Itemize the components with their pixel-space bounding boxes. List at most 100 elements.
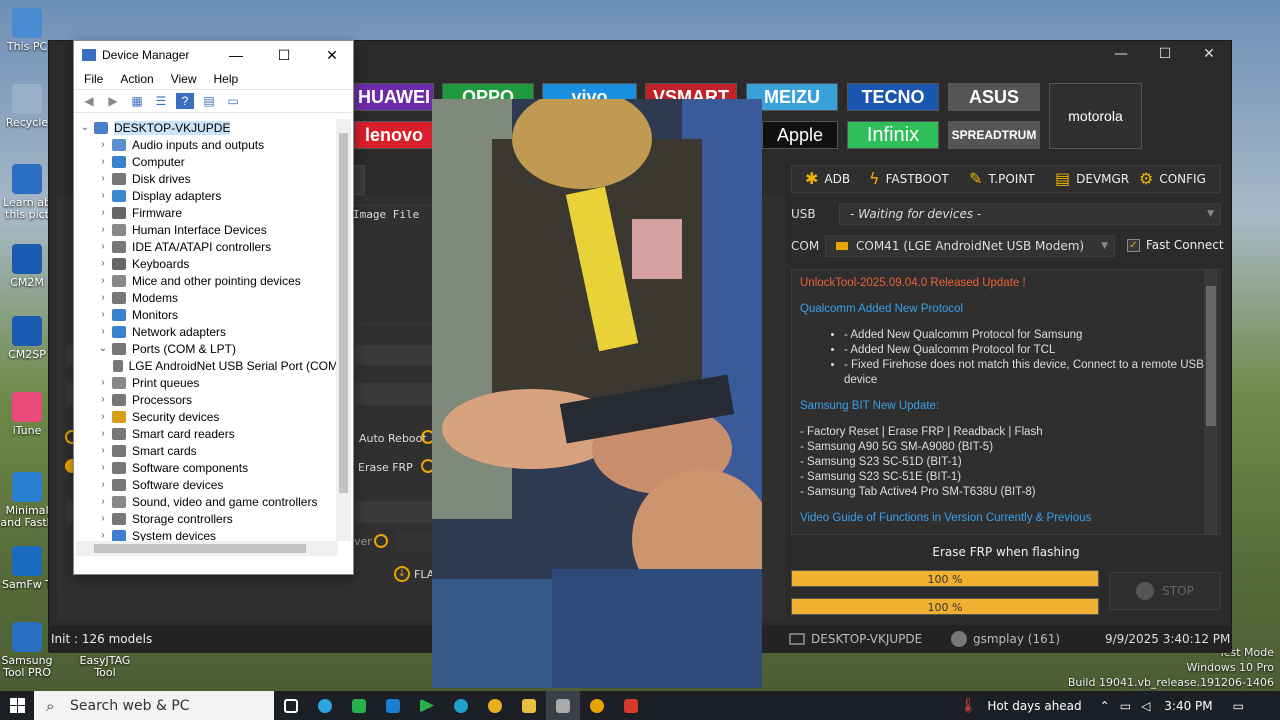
help-icon[interactable]: ? [176, 93, 194, 109]
brand-huawei[interactable]: HUAWEI [354, 83, 434, 111]
log-scrollbar[interactable] [1204, 270, 1218, 534]
chevron-right-icon[interactable]: › [94, 479, 112, 490]
brand-motorola[interactable]: motorola [1049, 83, 1142, 149]
chevron-right-icon[interactable]: › [94, 292, 112, 303]
fast-connect-checkbox[interactable]: ✓ Fast Connect [1127, 238, 1224, 252]
clock[interactable]: 3:40 PM [1164, 699, 1212, 713]
chevron-right-icon[interactable]: › [94, 275, 112, 286]
chevron-down-icon[interactable]: ⌄ [94, 343, 112, 354]
chevron-right-icon[interactable]: › [94, 224, 112, 235]
taskbar-edge[interactable] [444, 691, 478, 720]
chevron-right-icon[interactable]: › [94, 530, 112, 541]
brand-lenovo[interactable]: lenovo [354, 121, 434, 149]
dm-maximize-button[interactable]: ☐ [263, 47, 305, 64]
maximize-button[interactable]: ☐ [1143, 46, 1187, 62]
tree-category-item[interactable]: › Smart cards [76, 442, 338, 459]
device-tree-hscroll[interactable] [76, 541, 338, 556]
chevron-up-icon[interactable]: ⌃ [1100, 699, 1110, 713]
view-icon[interactable]: ▤ [200, 93, 218, 109]
chevron-right-icon[interactable]: › [94, 411, 112, 422]
task-view-button[interactable] [274, 691, 308, 720]
adb-button[interactable]: ✱ ADB [805, 169, 850, 188]
tree-category-item[interactable]: › Sound, video and game controllers [76, 493, 338, 510]
minimize-button[interactable]: — [1099, 46, 1143, 62]
tree-category-item[interactable]: › Network adapters [76, 323, 338, 340]
forward-icon[interactable]: ▶ [104, 93, 122, 109]
ver-field[interactable] [396, 531, 436, 553]
flash-button[interactable]: ↓ FLA [394, 566, 434, 582]
tree-child-item[interactable]: LGE AndroidNet USB Serial Port (COM [76, 357, 338, 374]
chevron-right-icon[interactable]: › [94, 462, 112, 473]
back-icon[interactable]: ◀ [80, 93, 98, 109]
brand-tecno[interactable]: TECNO [847, 83, 939, 111]
taskbar-search[interactable]: ⌕ Search web & PC [34, 691, 274, 720]
stop-button[interactable]: STOP [1109, 572, 1221, 610]
tree-category-item[interactable]: › Mice and other pointing devices [76, 272, 338, 289]
dm-close-button[interactable]: ✕ [311, 47, 353, 64]
tree-category-item[interactable]: › Print queues [76, 374, 338, 391]
chevron-right-icon[interactable]: › [94, 445, 112, 456]
qualcomm-title[interactable]: Qualcomm Added New Protocol [800, 302, 1212, 317]
tree-root[interactable]: ⌄ DESKTOP-VKJUPDE [76, 119, 338, 136]
chevron-right-icon[interactable]: › [94, 513, 112, 524]
chevron-right-icon[interactable]: › [94, 156, 112, 167]
tree-category-item[interactable]: › Display adapters [76, 187, 338, 204]
chevron-right-icon[interactable]: › [94, 428, 112, 439]
devmgr-button[interactable]: ▤ DEVMGR [1055, 169, 1129, 188]
brand-infinix[interactable]: Infinix [847, 121, 939, 149]
chevron-right-icon[interactable]: › [94, 139, 112, 150]
video-guide-link[interactable]: Video Guide of Functions in Version Curr… [800, 511, 1212, 526]
menu-action[interactable]: Action [120, 72, 153, 86]
menu-view[interactable]: View [171, 72, 197, 86]
tree-category-item[interactable]: › Disk drives [76, 170, 338, 187]
taskbar-app-green[interactable] [342, 691, 376, 720]
chevron-right-icon[interactable]: › [94, 207, 112, 218]
close-button[interactable]: ✕ [1187, 46, 1231, 62]
chevron-right-icon[interactable]: › [94, 241, 112, 252]
tree-category-item[interactable]: › Human Interface Devices [76, 221, 338, 238]
fastboot-button[interactable]: ϟ FASTBOOT [869, 169, 949, 188]
chevron-right-icon[interactable]: › [94, 258, 112, 269]
chevron-right-icon[interactable]: › [94, 173, 112, 184]
tree-category-item[interactable]: › Storage controllers [76, 510, 338, 527]
log-panel[interactable]: UnlockTool-2025.09.04.0 Released Update … [791, 269, 1221, 535]
tree-category-item[interactable]: › Keyboards [76, 255, 338, 272]
volume-icon[interactable]: ◁ [1141, 699, 1150, 713]
dm-minimize-button[interactable]: — [215, 47, 257, 63]
chevron-right-icon[interactable]: › [94, 326, 112, 337]
menu-help[interactable]: Help [214, 72, 239, 86]
chevron-right-icon[interactable]: › [94, 309, 112, 320]
taskbar-play[interactable] [410, 691, 444, 720]
brand-spreadtrum[interactable]: SPREADTRUM [948, 121, 1040, 149]
tree-category-item[interactable]: › Smart card readers [76, 425, 338, 442]
tree-category-item[interactable]: › Modems [76, 289, 338, 306]
network-icon[interactable]: ▭ [1120, 699, 1131, 713]
taskbar-chrome[interactable] [478, 691, 512, 720]
taskbar-unlocktool[interactable] [580, 691, 614, 720]
taskbar-telegram[interactable] [308, 691, 342, 720]
list-icon[interactable]: ☰ [152, 93, 170, 109]
tree-category-item[interactable]: ⌄ Ports (COM & LPT) [76, 340, 338, 357]
device-tree-vscroll[interactable] [336, 119, 351, 541]
tree-category-item[interactable]: › Audio inputs and outputs [76, 136, 338, 153]
weather-text[interactable]: Hot days ahead [987, 699, 1081, 713]
tree-category-item[interactable]: › Firmware [76, 204, 338, 221]
config-button[interactable]: ⚙ CONFIG [1139, 169, 1206, 188]
tree-category-item[interactable]: › IDE ATA/ATAPI controllers [76, 238, 338, 255]
brand-apple[interactable]: Apple [762, 121, 838, 149]
taskbar-app-red[interactable] [614, 691, 648, 720]
properties-icon[interactable]: ▦ [128, 93, 146, 109]
taskbar-explorer[interactable] [512, 691, 546, 720]
tree-category-item[interactable]: › Software devices [76, 476, 338, 493]
menu-file[interactable]: File [84, 72, 103, 86]
brand-asus[interactable]: ASUS [948, 83, 1040, 111]
device-tree[interactable]: ⌄ DESKTOP-VKJUPDE › Audio inputs and outp… [76, 119, 338, 541]
taskbar-device-manager[interactable] [546, 691, 580, 720]
chevron-right-icon[interactable]: › [94, 496, 112, 507]
scan-hardware-icon[interactable]: ▭ [224, 93, 242, 109]
tree-category-item[interactable]: › Monitors [76, 306, 338, 323]
tree-category-item[interactable]: › Software components [76, 459, 338, 476]
notifications-icon[interactable]: ▭ [1233, 699, 1244, 713]
ver-radio[interactable] [374, 534, 388, 548]
tree-category-item[interactable]: › Processors [76, 391, 338, 408]
